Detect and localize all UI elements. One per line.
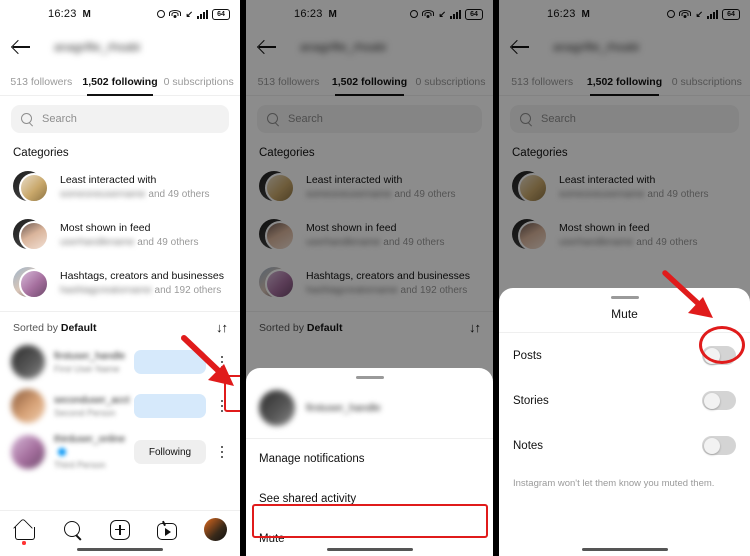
sheet-user-header: firstuser_handle: [246, 379, 493, 440]
mute-label-notes: Notes: [513, 439, 544, 452]
status-icons: ↙ 64: [157, 8, 230, 20]
mute-row-posts: Posts: [499, 333, 750, 378]
search-container: Search: [0, 96, 240, 140]
kebab-menu-icon[interactable]: [215, 399, 229, 413]
list-item-username: seconduser_acct: [54, 394, 130, 406]
avatar: [11, 345, 45, 379]
category-subtitle: someoneusername and 49 others: [60, 188, 210, 200]
category-label: Least interacted with: [60, 173, 157, 186]
notes-toggle[interactable]: [702, 436, 736, 456]
verified-badge-icon: [58, 448, 66, 457]
category-label: Most shown in feed: [60, 221, 151, 234]
sheet-username: firstuser_handle: [306, 402, 381, 415]
following-button[interactable]: Following: [134, 440, 206, 464]
mute-label-stories: Stories: [513, 394, 549, 407]
menu-item-manage-notifications[interactable]: Manage notifications: [246, 439, 493, 479]
category-avatar-stack: [13, 169, 49, 205]
status-bar: 16:23 M ↙ 64: [0, 0, 240, 28]
mute-row-notes: Notes: [499, 423, 750, 468]
panel-options-sheet: 16:23 M ↙ 64 anagrifte_rhsabi 513 follow…: [246, 0, 493, 556]
volte-icon: ↙: [185, 8, 193, 19]
posts-toggle[interactable]: [702, 346, 736, 366]
category-subtitle: hashtagcreatorname and 192 others: [60, 284, 222, 296]
battery-icon: 64: [212, 8, 230, 20]
mute-row-stories: Stories: [499, 378, 750, 423]
sort-arrows-icon[interactable]: ↓↑: [216, 321, 228, 334]
back-arrow-icon[interactable]: [12, 37, 32, 57]
search-input[interactable]: Search: [11, 105, 229, 133]
home-badge-dot: [22, 541, 26, 545]
status-time: 16:23: [48, 8, 77, 20]
tab-following[interactable]: 1,502 following: [81, 76, 160, 96]
home-icon[interactable]: [13, 519, 36, 545]
search-placeholder: Search: [42, 113, 77, 125]
list-item-fullname: Third Person: [54, 460, 106, 470]
dnd-circle-icon: [157, 10, 166, 18]
menu-item-see-shared-activity[interactable]: See shared activity: [246, 479, 493, 519]
list-item-fullname: Second Person: [54, 407, 116, 418]
list-item-username: thirduser_online: [54, 433, 125, 459]
mute-note-text: Instagram won't let them know you muted …: [513, 478, 715, 490]
search-icon: [21, 113, 33, 125]
categories-title: Categories: [13, 147, 69, 159]
category-avatar-stack: [13, 217, 49, 253]
profile-tabs: 513 followers 1,502 following 0 subscrip…: [0, 66, 240, 96]
list-item-username: firstuser_handle: [54, 350, 126, 362]
profile-avatar[interactable]: [203, 518, 227, 541]
kebab-menu-icon[interactable]: [215, 445, 229, 459]
signal-bars-icon: [197, 9, 208, 19]
three-panel-screenshot: 16:23 M ↙ 64 anagrifte_rhsabi 513 follow…: [0, 0, 750, 556]
sorted-by-bar: Sorted by Default ↓↑: [0, 311, 240, 340]
mute-sheet-title: Mute: [499, 299, 750, 334]
tab-subscriptions[interactable]: 0 subscriptions: [159, 76, 238, 95]
avatar: [11, 389, 45, 423]
category-row-hashtags[interactable]: Hashtags, creators and businesses hashta…: [0, 259, 240, 307]
stories-toggle[interactable]: [702, 391, 736, 411]
follow-action-button[interactable]: [134, 350, 206, 374]
follow-action-button[interactable]: [134, 394, 206, 418]
tab-followers[interactable]: 513 followers: [2, 76, 81, 95]
table-row[interactable]: firstuser_handle First User Name: [0, 340, 240, 384]
carrier-glyph: M: [82, 8, 91, 20]
table-row[interactable]: thirduser_online Third Person Following: [0, 428, 240, 476]
mute-bottom-sheet: Mute Posts Stories Notes Instagram won't…: [499, 288, 750, 556]
gesture-bar: [77, 548, 163, 551]
wifi-icon: [169, 9, 182, 19]
list-item-fullname: First User Name: [54, 363, 120, 374]
category-row-least-interacted[interactable]: Least interacted with someoneusername an…: [0, 163, 240, 211]
header-username: anagrifte_rhsabi: [54, 40, 141, 54]
page-header: anagrifte_rhsabi: [0, 28, 240, 66]
mute-label-posts: Posts: [513, 349, 542, 362]
avatar: [259, 390, 295, 427]
panel-following-list: 16:23 M ↙ 64 anagrifte_rhsabi 513 follow…: [0, 0, 240, 556]
avatar: [11, 435, 45, 469]
category-row-most-shown[interactable]: Most shown in feed userhandlename and 49…: [0, 211, 240, 259]
table-row[interactable]: seconduser_acct Second Person: [0, 384, 240, 428]
category-label: Hashtags, creators and businesses: [60, 269, 225, 282]
category-avatar-stack: [13, 265, 49, 301]
reels-icon[interactable]: [157, 523, 178, 540]
create-plus-icon[interactable]: [110, 519, 131, 540]
gesture-bar: [581, 548, 668, 551]
category-subtitle: userhandlename and 49 others: [60, 236, 199, 248]
options-bottom-sheet: firstuser_handle Manage notifications Se…: [246, 368, 493, 556]
gesture-bar: [326, 548, 413, 551]
search-icon[interactable]: [62, 519, 84, 541]
panel-mute-sheet: 16:23 M ↙ 64 anagrifte_rhsabi 513 follow…: [499, 0, 750, 556]
kebab-menu-icon[interactable]: [215, 355, 229, 369]
sorted-by-label[interactable]: Sorted by Default: [13, 322, 96, 334]
